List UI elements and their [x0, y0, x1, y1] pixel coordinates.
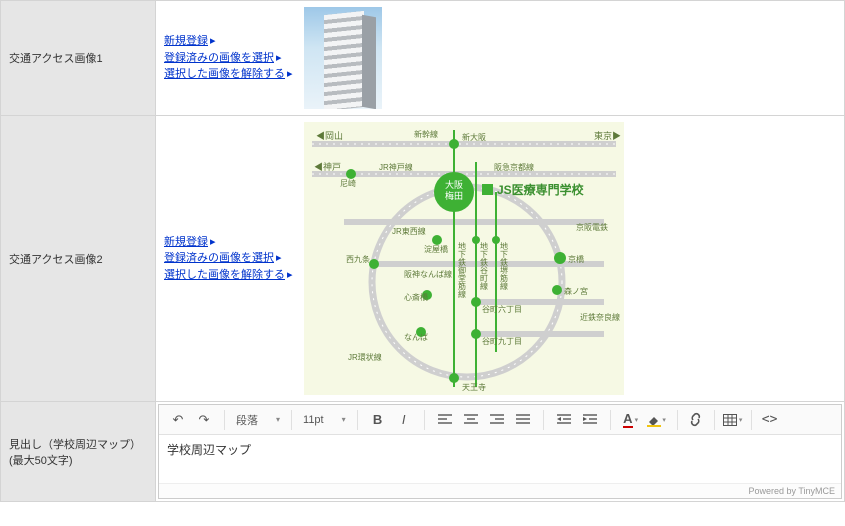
svg-text:心斎橋: 心斎橋: [404, 292, 428, 302]
link-new-1[interactable]: 新規登録▸: [164, 33, 293, 50]
svg-text:新幹線: 新幹線: [414, 129, 438, 139]
svg-text:淀屋橋: 淀屋橋: [424, 244, 448, 254]
svg-text:阪神なんば線: 阪神なんば線: [404, 269, 452, 279]
align-justify-button[interactable]: [510, 408, 536, 432]
outdent-button[interactable]: [551, 408, 577, 432]
link-new-2[interactable]: 新規登録▸: [164, 234, 293, 251]
svg-text:天王寺: 天王寺: [462, 383, 486, 392]
row-label-access1: 交通アクセス画像1: [1, 1, 156, 116]
svg-text:なんば: なんば: [404, 333, 428, 342]
fontsize-select[interactable]: 11pt▾: [297, 409, 352, 431]
map-image: 大阪 梅田 JS医療専門学校: [304, 122, 624, 395]
svg-text:京橋: 京橋: [568, 254, 584, 264]
row-label-access2: 交通アクセス画像2: [1, 116, 156, 402]
link-choose-2[interactable]: 登録済みの画像を選択▸: [164, 250, 293, 267]
bold-button[interactable]: B: [365, 408, 391, 432]
svg-text:◀神戸: ◀神戸: [314, 161, 341, 172]
svg-text:JR環状線: JR環状線: [348, 352, 382, 362]
align-center-button[interactable]: [458, 408, 484, 432]
svg-text:地下鉄堺筋線: 地下鉄堺筋線: [499, 241, 508, 290]
editor-content[interactable]: 学校周辺マップ: [159, 435, 841, 483]
cell-access1: 新規登録▸ 登録済みの画像を選択▸ 選択した画像を解除する▸: [156, 1, 845, 116]
editor-toolbar: ↶ ↷ 段落▾ 11pt▾ B I: [159, 405, 841, 435]
link-clear-1[interactable]: 選択した画像を解除する▸: [164, 66, 293, 83]
editor-footer: Powered by TinyMCE: [159, 483, 841, 498]
svg-text:森ノ宮: 森ノ宮: [564, 286, 588, 296]
table-button[interactable]: ▾: [720, 408, 746, 432]
building-image: [304, 7, 382, 109]
back-color-button[interactable]: ▾: [644, 408, 670, 432]
align-left-button[interactable]: [432, 408, 458, 432]
cell-access2: 新規登録▸ 登録済みの画像を選択▸ 選択した画像を解除する▸: [156, 116, 845, 402]
svg-text:京阪電鉄: 京阪電鉄: [576, 222, 608, 232]
svg-text:尼崎: 尼崎: [340, 178, 356, 188]
svg-text:近鉄奈良線: 近鉄奈良線: [580, 312, 620, 322]
link-button[interactable]: [683, 408, 709, 432]
svg-text:新大阪: 新大阪: [462, 132, 486, 142]
svg-text:地下鉄御堂筋線: 地下鉄御堂筋線: [457, 241, 466, 298]
svg-text:◀岡山: ◀岡山: [316, 131, 343, 141]
code-button[interactable]: <>: [757, 408, 783, 432]
row-label-heading: 見出し（学校周辺マップ）(最大50文字): [1, 402, 156, 502]
svg-text:地下鉄谷町線: 地下鉄谷町線: [479, 241, 488, 290]
indent-button[interactable]: [577, 408, 603, 432]
align-right-button[interactable]: [484, 408, 510, 432]
map-title: JS医療専門学校: [497, 182, 585, 197]
thumb-access1: [304, 7, 382, 109]
link-choose-1[interactable]: 登録済みの画像を選択▸: [164, 50, 293, 67]
paragraph-select[interactable]: 段落▾: [230, 409, 286, 431]
svg-text:阪急京都線: 阪急京都線: [494, 162, 534, 172]
undo-button[interactable]: ↶: [165, 408, 191, 432]
svg-text:東京▶: 東京▶: [594, 130, 621, 141]
form-table: 交通アクセス画像1 新規登録▸ 登録済みの画像を選択▸ 選択した画像を解除する▸…: [0, 0, 845, 502]
svg-text:谷町九丁目: 谷町九丁目: [482, 337, 522, 346]
thumb-access2: 大阪 梅田 JS医療専門学校: [304, 122, 624, 395]
redo-button[interactable]: ↷: [191, 408, 217, 432]
svg-text:谷町六丁目: 谷町六丁目: [482, 304, 522, 314]
link-clear-2[interactable]: 選択した画像を解除する▸: [164, 267, 293, 284]
italic-button[interactable]: I: [391, 408, 417, 432]
svg-text:西九条: 西九条: [346, 254, 370, 264]
svg-text:JR神戸線: JR神戸線: [379, 162, 413, 172]
map-center-1: 大阪: [445, 179, 463, 190]
map-center-2: 梅田: [445, 190, 463, 201]
cell-heading: ↶ ↷ 段落▾ 11pt▾ B I: [156, 402, 845, 502]
rich-editor: ↶ ↷ 段落▾ 11pt▾ B I: [158, 404, 842, 499]
svg-text:JR東西線: JR東西線: [392, 226, 426, 236]
text-color-button[interactable]: A▾: [618, 408, 644, 432]
